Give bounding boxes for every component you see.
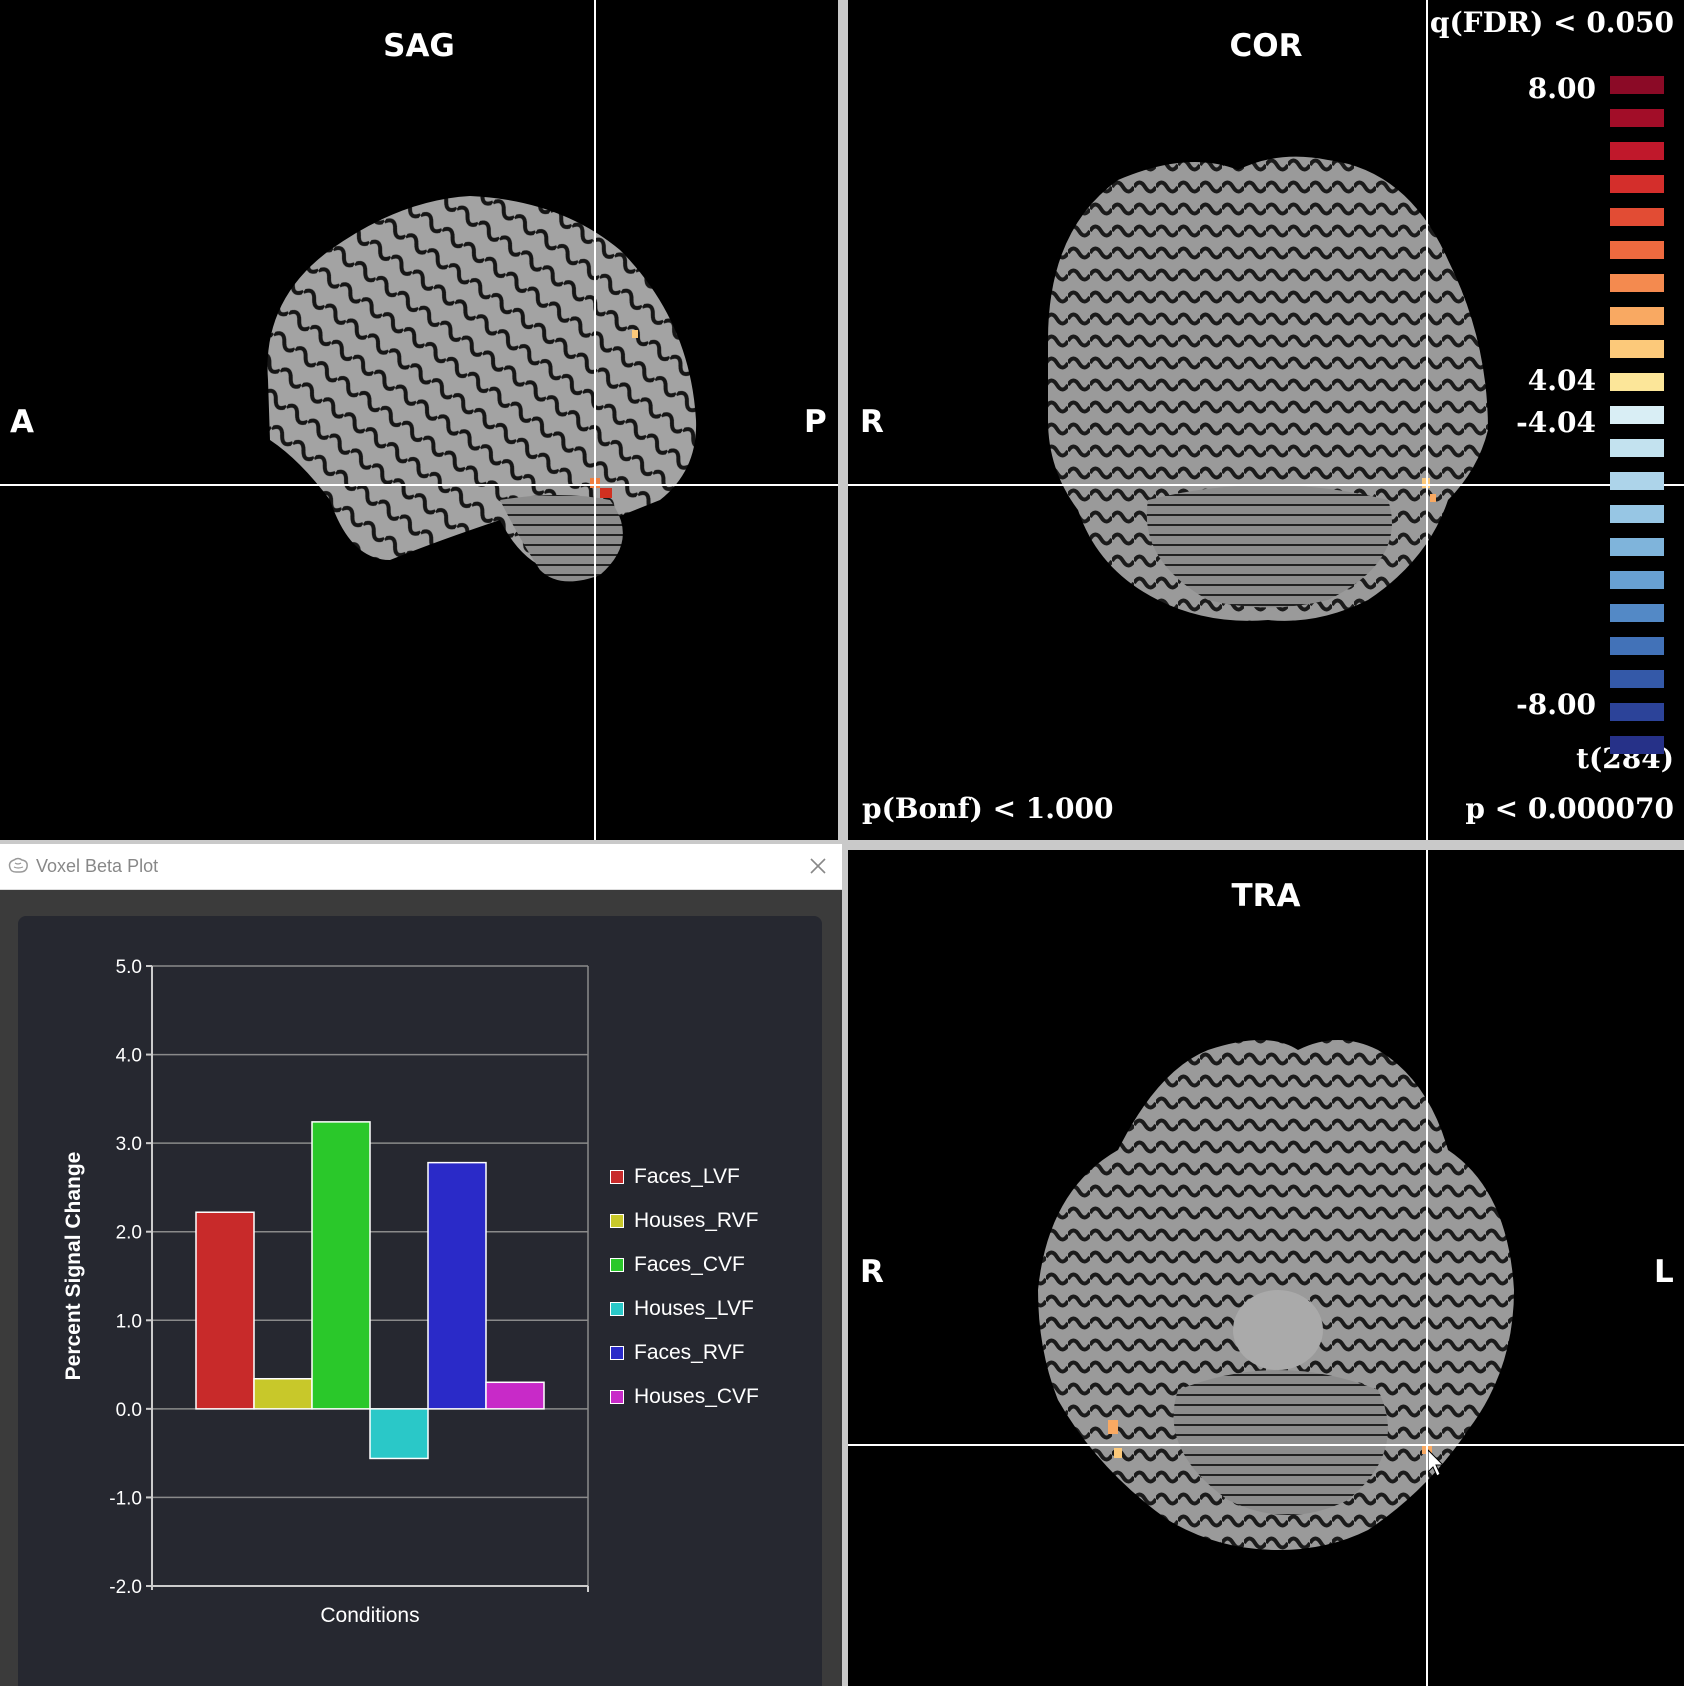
colorbar-swatch	[1610, 241, 1664, 259]
bonferroni-threshold-label: p(Bonf) < 1.000	[862, 792, 1114, 825]
colorbar-swatch	[1610, 340, 1664, 358]
colorbar-min-label: -8.00	[1516, 688, 1596, 721]
legend-swatch	[610, 1258, 624, 1272]
view-title: COR	[1229, 28, 1303, 64]
colorbar-swatch	[1610, 538, 1664, 556]
colorbar-swatch	[1610, 472, 1664, 490]
orientation-label-posterior: P	[804, 404, 827, 440]
y-tick-label: -2.0	[109, 1577, 142, 1598]
legend-item: Faces_LVF	[610, 1162, 740, 1192]
sagittal-view[interactable]: SAG A P	[0, 0, 838, 840]
activation-cluster	[1108, 1420, 1118, 1434]
y-tick-label: 5.0	[116, 957, 142, 978]
activation-cluster	[1114, 1448, 1122, 1458]
legend-item: Houses_CVF	[610, 1382, 759, 1412]
legend-swatch	[610, 1170, 624, 1184]
plot-window-titlebar[interactable]: Voxel Beta Plot	[0, 844, 842, 890]
activation-cluster	[1430, 494, 1436, 502]
legend-label: Faces_CVF	[634, 1253, 745, 1276]
brain-icon	[8, 857, 28, 873]
colorbar-swatch	[1610, 406, 1664, 424]
crosshair-vertical[interactable]	[1426, 0, 1428, 840]
close-icon[interactable]	[806, 854, 830, 878]
legend-label: Faces_RVF	[634, 1341, 745, 1364]
legend-item: Faces_CVF	[610, 1250, 745, 1280]
y-axis-label: Percent Signal Change	[62, 1152, 85, 1381]
y-tick-label: 2.0	[116, 1223, 142, 1244]
orientation-label-right: R	[860, 404, 884, 440]
sagittal-brain-image	[267, 196, 697, 582]
crosshair-horizontal[interactable]	[848, 1444, 1684, 1446]
crosshair-vertical[interactable]	[594, 0, 596, 840]
legend-swatch	[610, 1302, 624, 1316]
activation-cluster	[600, 488, 612, 498]
legend-swatch	[610, 1390, 624, 1404]
legend-swatch	[610, 1346, 624, 1360]
legend-item: Houses_LVF	[610, 1294, 754, 1324]
crosshair-horizontal[interactable]	[848, 484, 1684, 486]
y-tick-label: 0.0	[116, 1400, 142, 1421]
colorbar-swatch	[1610, 571, 1664, 589]
orientation-label-anterior: A	[10, 404, 34, 440]
colorbar-swatch	[1610, 274, 1664, 292]
bar-faces-rvf	[427, 1161, 487, 1410]
colorbar-swatch	[1610, 604, 1664, 622]
legend-label: Faces_LVF	[634, 1165, 740, 1188]
legend-item: Houses_RVF	[610, 1206, 759, 1236]
transverse-brain-image	[1038, 1040, 1514, 1550]
colorbar-swatch	[1610, 736, 1664, 754]
colorbar-swatch	[1610, 175, 1664, 193]
crosshair-horizontal[interactable]	[0, 484, 838, 486]
colorbar-swatch	[1610, 208, 1664, 226]
transverse-view[interactable]: TRA R L	[848, 850, 1684, 1686]
colorbar-swatch	[1610, 670, 1664, 688]
colorbar-swatch	[1610, 373, 1664, 391]
legend-item: Faces_RVF	[610, 1338, 745, 1368]
activation-cluster	[632, 330, 638, 338]
colorbar-swatch	[1610, 637, 1664, 655]
legend-label: Houses_RVF	[634, 1209, 759, 1232]
legend-label: Houses_LVF	[634, 1297, 754, 1320]
orientation-label-right: R	[860, 1254, 884, 1290]
view-title: SAG	[383, 28, 455, 64]
colorbar-swatch	[1610, 76, 1664, 94]
y-tick-label: 4.0	[116, 1046, 142, 1067]
bar-faces-lvf	[195, 1211, 255, 1410]
colorbar-swatch	[1610, 142, 1664, 160]
legend-label: Houses_CVF	[634, 1385, 759, 1408]
colorbar-max-label: 8.00	[1527, 72, 1596, 105]
colorbar-swatch	[1610, 703, 1664, 721]
y-tick-label: -1.0	[109, 1488, 142, 1509]
colorbar-negative-threshold-label: -4.04	[1516, 406, 1596, 439]
colorbar-positive-threshold-label: 4.04	[1527, 364, 1596, 397]
plot-panel: 5.0 4.0 3.0 2.0 1.0 0.0 -1.0 -2.0 Conditions Perc…	[18, 916, 822, 1686]
bar-houses-lvf	[369, 1408, 429, 1460]
p-threshold-label: p < 0.000070	[1465, 792, 1674, 825]
bar-houses-rvf	[253, 1377, 313, 1410]
colorbar-swatch	[1610, 307, 1664, 325]
plot-window-title: Voxel Beta Plot	[36, 856, 159, 876]
orientation-label-left: L	[1654, 1254, 1674, 1290]
legend-swatch	[610, 1214, 624, 1228]
voxel-beta-plot-window[interactable]: Voxel Beta Plot 5.0 4.0 3.0 2.0 1.0 0.0 -1.0 -2…	[0, 844, 842, 1686]
bar-faces-cvf	[311, 1121, 371, 1410]
fdr-threshold-label: q(FDR) < 0.050	[1429, 6, 1674, 39]
bar-houses-cvf	[485, 1381, 545, 1410]
x-axis-label: Conditions	[320, 1604, 419, 1627]
colorbar-swatch	[1610, 109, 1664, 127]
colorbar-swatch	[1610, 505, 1664, 523]
y-tick-label: 3.0	[116, 1134, 142, 1155]
crosshair-vertical[interactable]	[1426, 850, 1428, 1686]
view-title: TRA	[1231, 878, 1301, 914]
y-tick-label: 1.0	[116, 1311, 142, 1332]
colorbar-swatch	[1610, 439, 1664, 457]
